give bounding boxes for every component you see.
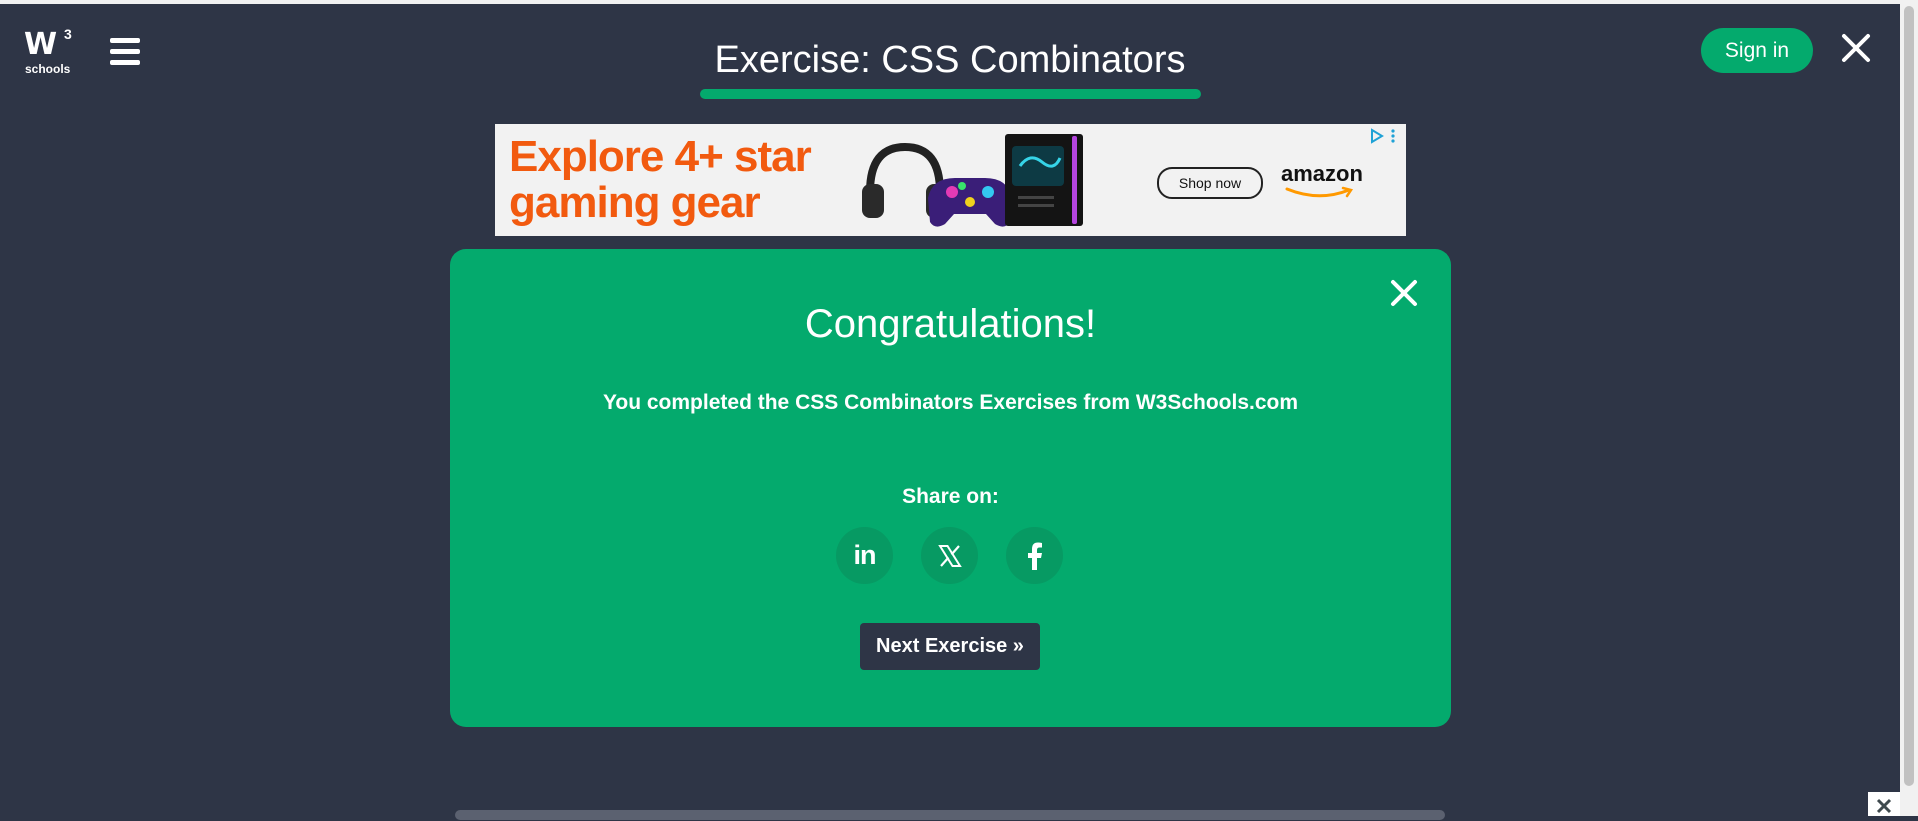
ad-choices-icon[interactable]	[1368, 128, 1398, 144]
amazon-smile-icon	[1285, 186, 1354, 198]
content-edge	[455, 810, 1445, 820]
share-buttons: in	[836, 527, 1066, 585]
ad-shop-now-button[interactable]: Shop now	[1157, 167, 1263, 199]
dialog-heading: Congratulations!	[804, 302, 1097, 346]
browser-top-border	[0, 0, 1900, 4]
ad-headline: Explore 4+ star gaming gear	[509, 132, 812, 227]
facebook-icon	[1027, 542, 1042, 570]
facebook-share-button[interactable]	[1006, 527, 1063, 584]
ad-headline-line-2: gaming gear	[509, 178, 761, 227]
x-logo-icon	[937, 544, 962, 567]
amazon-logo: amazon	[1281, 161, 1363, 186]
sign-in-button[interactable]: Sign in	[1701, 28, 1813, 73]
vertical-scrollbar[interactable]	[1900, 0, 1918, 816]
close-icon[interactable]	[1840, 32, 1872, 64]
title-underline	[700, 89, 1201, 99]
scrollbar-thumb[interactable]	[1904, 6, 1914, 786]
share-label: Share on:	[902, 485, 999, 508]
next-exercise-button[interactable]: Next Exercise »	[860, 623, 1040, 670]
page-title: Exercise: CSS Combinators	[714, 39, 1186, 81]
linkedin-icon: in	[853, 540, 877, 570]
x-share-button[interactable]	[921, 527, 978, 584]
completion-message: You completed the CSS Combinators Exerci…	[602, 391, 1299, 414]
gaming-gear-image	[862, 134, 1083, 227]
congratulations-dialog: Congratulations! You completed the CSS C…	[450, 249, 1451, 727]
advertisement-banner[interactable]: Explore 4+ star gaming gear Shop now ama…	[495, 124, 1406, 236]
ad-headline-line-1: Explore 4+ star	[509, 132, 812, 181]
linkedin-share-button[interactable]: in	[836, 527, 893, 584]
ad-close-icon[interactable]	[1868, 792, 1900, 816]
